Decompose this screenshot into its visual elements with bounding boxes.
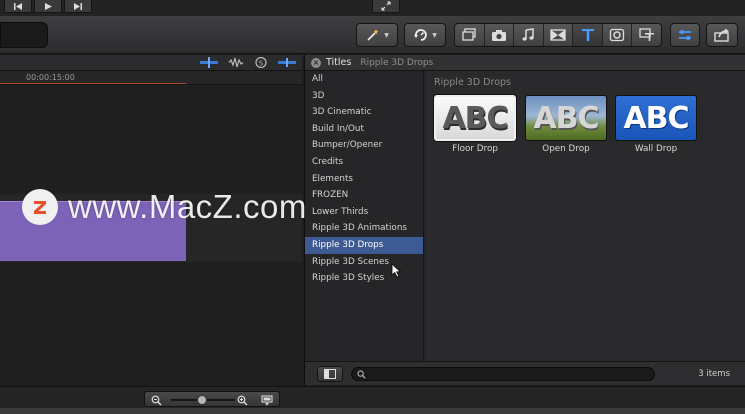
camera-import-button[interactable] xyxy=(485,24,515,46)
search-field[interactable] xyxy=(351,367,655,381)
themes-icon xyxy=(639,28,654,41)
solo-icon[interactable]: S xyxy=(254,57,268,68)
search-icon xyxy=(357,369,366,379)
transitions-browser-button[interactable] xyxy=(544,24,574,46)
skip-forward-button[interactable] xyxy=(64,0,92,13)
skip-forward-icon xyxy=(74,2,82,10)
search-input[interactable] xyxy=(370,369,640,379)
clip-appearance-icon[interactable] xyxy=(261,395,273,406)
timeline-header: S xyxy=(0,55,302,71)
timeline-tools: S xyxy=(200,57,296,68)
category-item[interactable]: All xyxy=(305,71,423,88)
category-item[interactable]: Bumper/Opener xyxy=(305,137,423,154)
watermark: www.MacZ.com xyxy=(22,188,307,226)
titles-browser-button[interactable] xyxy=(573,24,603,46)
skip-back-icon xyxy=(14,2,22,10)
chevron-down-icon: ▼ xyxy=(384,31,389,39)
item-count: 3 items xyxy=(698,369,730,379)
watermark-logo xyxy=(22,189,58,225)
zoom-in-icon[interactable] xyxy=(237,395,248,406)
section-heading: Ripple 3D Drops xyxy=(434,77,511,88)
sidebar-toggle-button[interactable] xyxy=(317,366,343,382)
sidebar-icon xyxy=(324,369,336,379)
svg-text:S: S xyxy=(259,60,264,68)
inspector-icon xyxy=(679,30,691,40)
main-toolbar: ▼ ▼ xyxy=(0,16,745,54)
browser-header: × Titles Ripple 3D Drops xyxy=(305,55,745,71)
category-item[interactable]: Credits xyxy=(305,154,423,171)
audio-skimming-icon[interactable] xyxy=(228,57,244,68)
generators-browser-button[interactable] xyxy=(603,24,633,46)
titles-browser: × Titles Ripple 3D Drops All 3D 3D Cinem… xyxy=(304,55,745,385)
category-list: All 3D 3D Cinematic Build In/Out Bumper/… xyxy=(305,71,424,361)
enhancements-button[interactable]: ▼ xyxy=(356,23,398,47)
title-item-label: Floor Drop xyxy=(452,144,498,154)
video-skimming-icon[interactable] xyxy=(200,57,218,68)
category-item-selected[interactable]: Ripple 3D Drops xyxy=(305,236,423,254)
play-icon xyxy=(45,2,52,10)
title-item-label: Open Drop xyxy=(542,144,590,154)
music-icon xyxy=(522,28,535,41)
share-button[interactable] xyxy=(706,23,738,47)
viewer-controls-strip xyxy=(0,0,745,16)
mouse-cursor-icon xyxy=(391,263,402,278)
zoom-out-icon[interactable] xyxy=(151,395,162,406)
browser-title: Titles xyxy=(326,57,352,68)
desktop-strip xyxy=(0,408,745,414)
z-logo-icon xyxy=(34,201,46,214)
title-item-label: Wall Drop xyxy=(634,144,678,154)
category-item[interactable]: Ripple 3D Styles xyxy=(305,270,423,287)
timeline-ruler[interactable]: 00:00:15:00 xyxy=(0,71,302,85)
category-item[interactable]: 3D Cinematic xyxy=(305,104,423,121)
media-browser-group xyxy=(454,23,662,47)
retime-button[interactable]: ▼ xyxy=(404,23,446,47)
category-item[interactable]: FROZEN xyxy=(305,187,423,204)
zoom-control xyxy=(144,391,280,407)
title-thumbnail[interactable]: ABC xyxy=(525,95,607,141)
title-item-wall-drop[interactable]: ABC Wall Drop xyxy=(615,95,697,154)
category-item[interactable]: Lower Thirds xyxy=(305,204,423,221)
category-item[interactable]: Build In/Out xyxy=(305,121,423,138)
category-item[interactable]: Ripple 3D Scenes xyxy=(305,254,423,271)
titles-content: Ripple 3D Drops ABC Floor Drop ABC Open … xyxy=(425,71,745,361)
title-thumbnail[interactable]: ABC xyxy=(615,95,697,141)
music-browser-button[interactable] xyxy=(514,24,544,46)
category-item[interactable]: Elements xyxy=(305,171,423,188)
render-bar xyxy=(0,83,186,84)
close-icon[interactable]: × xyxy=(311,57,321,68)
titles-icon xyxy=(581,29,594,41)
fullscreen-button[interactable] xyxy=(372,0,400,13)
themes-browser-button[interactable] xyxy=(632,24,661,46)
transport-controls xyxy=(4,0,92,14)
ruler-timecode: 00:00:15:00 xyxy=(26,73,75,82)
generators-icon xyxy=(610,28,625,42)
toolbar-left-control[interactable] xyxy=(0,22,48,48)
play-button[interactable] xyxy=(34,0,62,13)
camera-icon xyxy=(491,30,506,41)
photo-browser-icon xyxy=(462,28,476,41)
title-item-open-drop[interactable]: ABC Open Drop xyxy=(525,95,607,154)
skip-back-button[interactable] xyxy=(4,0,32,13)
snapping-icon[interactable] xyxy=(278,57,296,68)
browser-breadcrumb: Ripple 3D Drops xyxy=(360,57,434,68)
watermark-text: www.MacZ.com xyxy=(68,188,307,225)
category-item[interactable]: Ripple 3D Animations xyxy=(305,220,423,237)
photo-browser-button[interactable] xyxy=(455,24,485,46)
magic-wand-icon xyxy=(367,29,379,41)
zoom-slider-knob[interactable] xyxy=(197,395,207,405)
share-icon xyxy=(714,28,729,42)
title-item-floor-drop[interactable]: ABC Floor Drop xyxy=(434,95,516,154)
category-item[interactable]: 3D xyxy=(305,88,423,105)
fullscreen-icon xyxy=(381,1,391,11)
retime-icon xyxy=(414,29,427,41)
chevron-down-icon: ▼ xyxy=(432,31,437,39)
title-thumbnail[interactable]: ABC xyxy=(434,95,516,141)
inspector-button[interactable] xyxy=(670,23,700,47)
browser-footer: 3 items xyxy=(305,361,745,385)
transitions-icon xyxy=(550,29,566,41)
